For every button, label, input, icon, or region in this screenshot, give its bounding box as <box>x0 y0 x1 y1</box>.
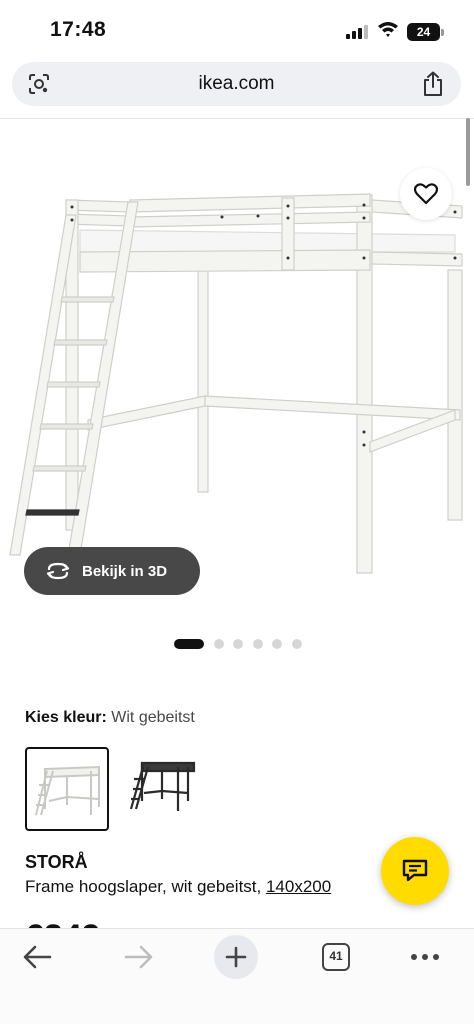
url-text[interactable]: ikea.com <box>12 73 461 95</box>
rotate-3d-icon <box>46 562 70 580</box>
plus-icon <box>225 946 247 968</box>
browser-toolbar: 41 <box>0 928 474 1024</box>
carousel-dot-5[interactable] <box>272 639 282 649</box>
swatch-black-image <box>129 761 196 811</box>
carousel-dot-2[interactable] <box>213 639 224 649</box>
forward-icon[interactable] <box>122 943 154 971</box>
swatch-black[interactable] <box>120 747 204 831</box>
color-chooser-label: Kies kleur: Wit gebeitst <box>25 709 195 727</box>
status-bar: 17:48 24 <box>0 0 474 58</box>
back-icon[interactable] <box>22 943 54 971</box>
carousel-dot-1[interactable] <box>174 639 204 649</box>
carousel-dot-3[interactable] <box>233 639 243 649</box>
swatch-white-image <box>35 765 100 816</box>
view-3d-button[interactable]: Bekijk in 3D <box>24 547 200 595</box>
view-3d-label: Bekijk in 3D <box>82 562 168 580</box>
cellular-signal-icon <box>346 25 372 39</box>
color-value: Wit gebeitst <box>111 709 195 726</box>
heart-icon <box>414 183 438 205</box>
product-description: Frame hoogslaper, wit gebeitst, 140x200 <box>25 877 331 897</box>
address-bar[interactable]: ikea.com <box>12 62 461 106</box>
carousel-dot-4[interactable] <box>252 639 263 649</box>
tabs-button[interactable]: 41 <box>322 943 350 971</box>
chat-button[interactable] <box>381 837 449 905</box>
chat-icon <box>402 859 428 882</box>
product-name: STORÅ <box>25 852 88 872</box>
more-options-icon[interactable] <box>410 953 440 961</box>
carousel-dot-6[interactable] <box>291 639 302 649</box>
status-time: 17:48 <box>50 18 107 41</box>
product-size-link[interactable]: 140x200 <box>266 877 331 896</box>
wifi-icon <box>378 22 398 37</box>
battery-icon: 24 <box>407 23 440 41</box>
share-icon[interactable] <box>422 71 444 97</box>
scrollbar[interactable] <box>466 118 470 186</box>
swatch-white-stained[interactable] <box>25 747 109 831</box>
top-divider <box>0 118 474 119</box>
carousel-indicator[interactable] <box>174 638 311 650</box>
new-tab-button[interactable] <box>214 935 258 979</box>
favorite-button[interactable] <box>400 168 452 220</box>
color-label: Kies kleur: <box>25 709 107 726</box>
product-description-text: Frame hoogslaper, wit gebeitst, <box>25 877 266 896</box>
battery-cap <box>441 29 444 36</box>
